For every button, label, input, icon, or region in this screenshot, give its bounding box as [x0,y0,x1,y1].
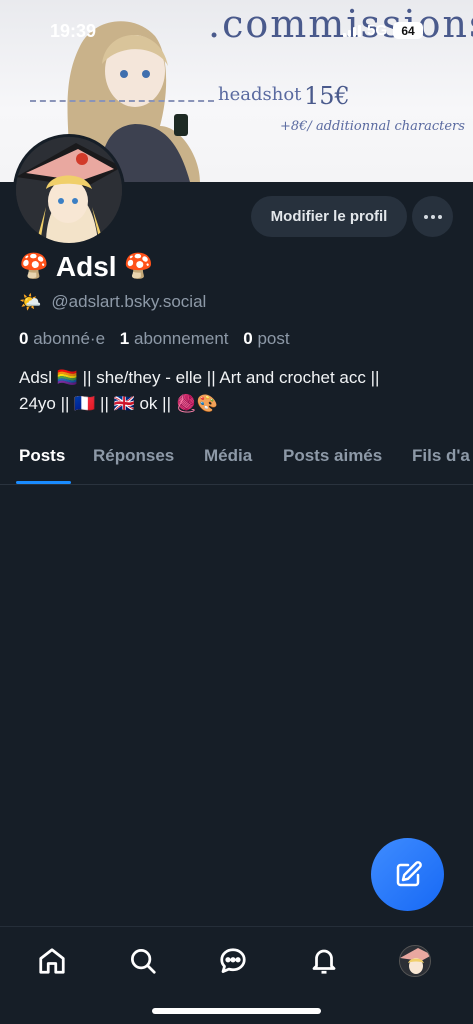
bio-line: Adsl 🏳️‍🌈 || she/they - elle || Art and … [19,368,380,387]
nav-home[interactable] [32,941,72,981]
dot [430,214,435,219]
handle-row: 🌤️ @adslart.bsky.social [19,292,206,312]
display-name: Adsl [55,251,117,282]
mushroom-emoji: 🍄 [19,253,49,280]
nav-notifications[interactable] [304,941,344,981]
battery-icon: 64 [393,22,424,39]
profile-stats: 0 abonné·e 1 abonnement 0 post [19,329,290,349]
banner-dashed-line [30,100,214,102]
banner-headshot-price: 15€ [304,82,350,110]
following-count: 1 [119,329,130,348]
tab-threads[interactable]: Fils d'a [412,446,470,466]
home-indicator[interactable] [152,1008,321,1014]
nav-profile[interactable] [395,941,435,981]
search-icon [131,949,156,974]
following-label: abonnement [133,329,229,348]
dot [423,214,428,219]
more-options-button[interactable] [412,196,453,237]
banner-headshot-label: headshot [218,84,302,105]
avatar-illustration [16,137,122,243]
bio-line: 24yo || 🇫🇷 || 🇬🇧 ok || 🧶🎨 [19,394,219,413]
posts-label: post [257,329,290,348]
profile-avatar[interactable] [13,134,125,246]
followers-count: 0 [19,329,29,348]
bell-icon [312,949,336,974]
cell-signal-icon [343,24,361,37]
profile-handle: @adslart.bsky.social [51,292,207,311]
status-icons: 5G 64 [343,22,424,39]
posts-count: 0 [243,329,253,348]
tab-posts[interactable]: Posts [19,446,65,466]
tab-replies[interactable]: Réponses [93,446,174,466]
profile-bio: Adsl 🏳️‍🌈 || she/they - elle || Art and … [19,365,459,417]
sun-emoji: 🌤️ [19,292,42,312]
banner-title: .commissions• [208,2,473,46]
active-tab-indicator [16,481,71,484]
display-name-row: 🍄 Adsl 🍄 [19,251,153,283]
chat-icon [220,948,246,973]
home-icon [39,948,65,974]
status-time: 19:39 [50,21,97,41]
posts-stat: 0 post [243,329,289,348]
tab-media[interactable]: Média [204,446,252,466]
compose-icon [396,860,422,886]
network-label: 5G [367,22,388,39]
nav-search[interactable] [123,941,163,981]
profile-tabs: Posts Réponses Média Posts aimés Fils d'… [0,440,473,485]
profile-avatar-small [399,945,431,977]
banner-extra-characters: +8€/ additionnal characters [280,119,465,134]
following-link[interactable]: 1 abonnement [120,329,229,348]
nav-chat[interactable] [213,941,253,981]
mushroom-emoji: 🍄 [123,253,154,280]
compose-button[interactable] [371,838,444,911]
followers-label: abonné·e [33,329,106,348]
followers-link[interactable]: 0 abonné·e [19,329,105,348]
dot [437,214,442,219]
edit-profile-button[interactable]: Modifier le profil [251,196,407,237]
tab-liked-posts[interactable]: Posts aimés [283,446,382,466]
